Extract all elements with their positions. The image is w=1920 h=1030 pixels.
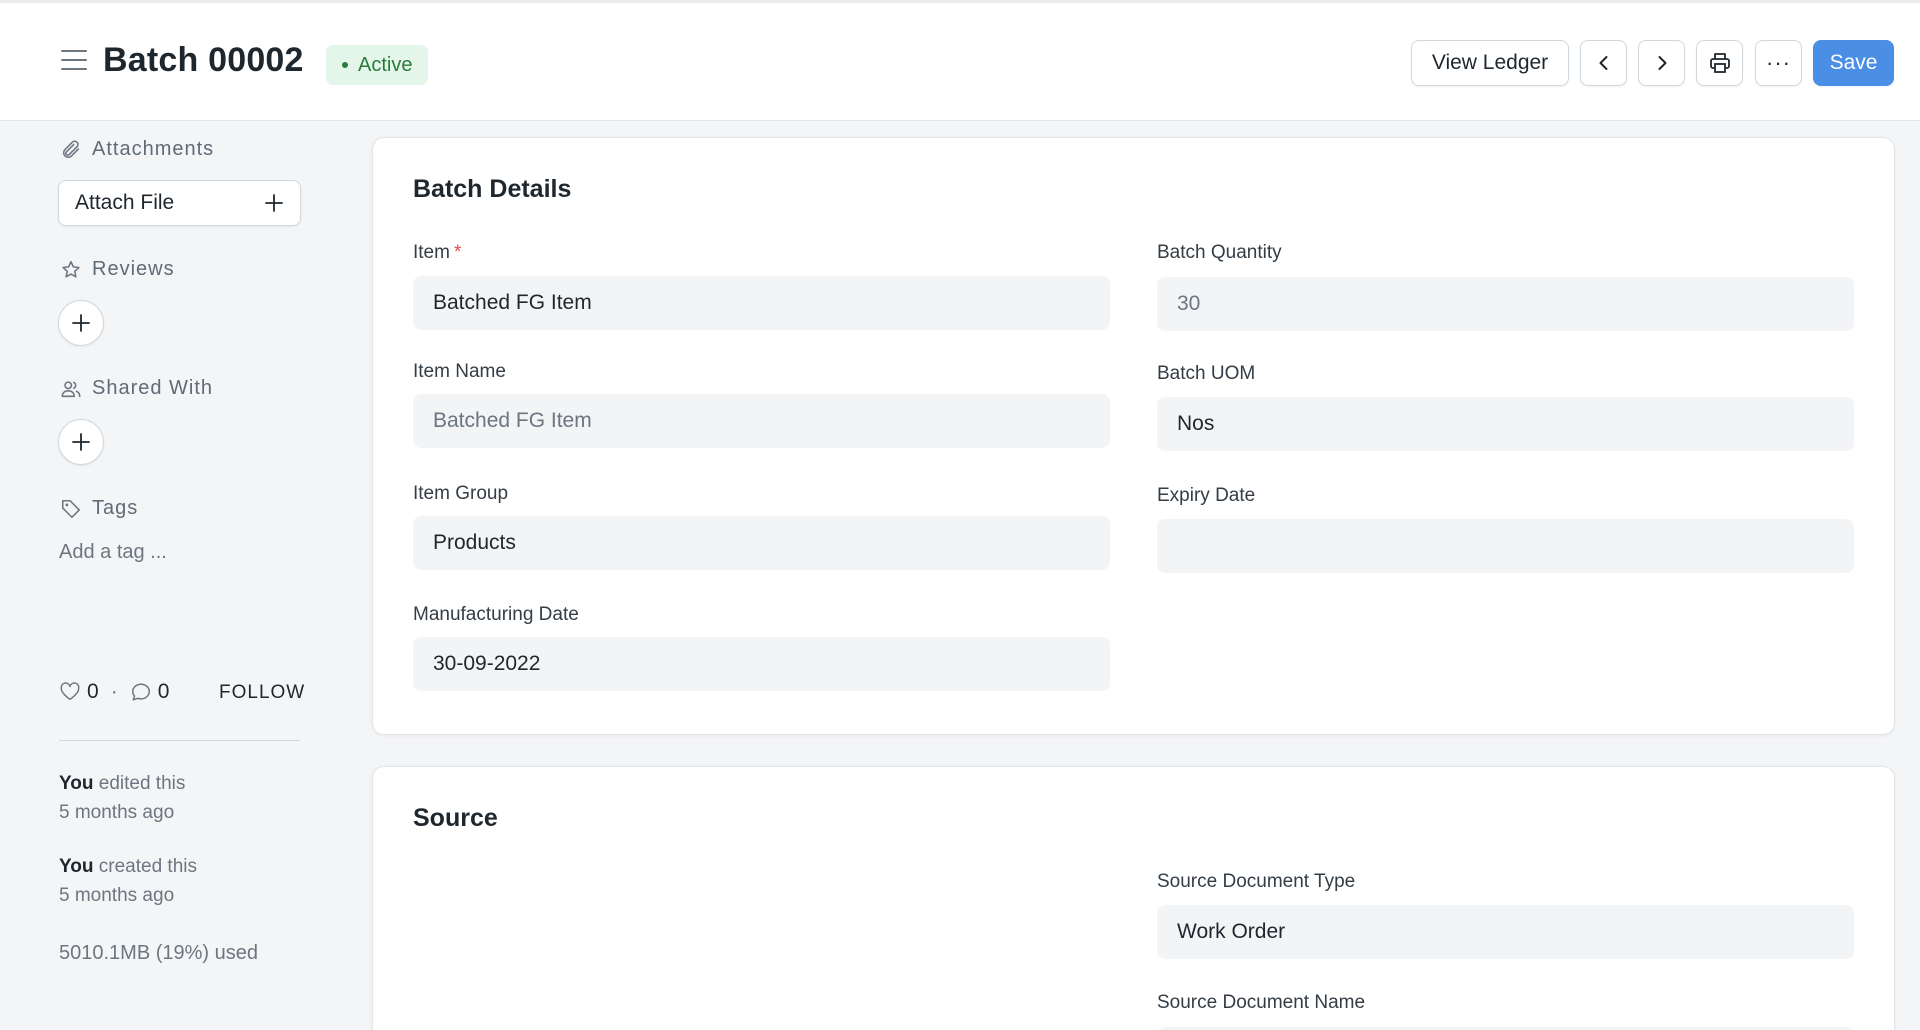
item-group-label: Item Group xyxy=(413,483,509,504)
more-actions-button[interactable]: ··· xyxy=(1755,40,1802,86)
batch-uom-label: Batch UOM xyxy=(1157,363,1256,384)
next-record-button[interactable] xyxy=(1638,40,1685,86)
batch-details-card: Batch Details Item * Batched FG Item Item… xyxy=(372,137,1895,735)
stats-separator: · xyxy=(110,680,118,703)
manufacturing-date-label: Manufacturing Date xyxy=(413,604,579,625)
activity-item: You edited this 5 months ago xyxy=(59,769,185,827)
activity-time: 5 months ago xyxy=(59,885,175,906)
item-field[interactable]: Batched FG Item xyxy=(413,276,1110,330)
menu-icon[interactable] xyxy=(61,50,87,70)
activity-actor: You xyxy=(59,773,94,794)
reviews-heading: Reviews xyxy=(60,258,175,281)
source-document-type-field[interactable]: Work Order xyxy=(1157,905,1854,959)
activity-time: 5 months ago xyxy=(59,802,175,823)
save-button[interactable]: Save xyxy=(1813,40,1894,86)
section-title-batch-details: Batch Details xyxy=(413,175,572,203)
follow-button[interactable]: FOLLOW xyxy=(219,682,305,704)
comment-count: 0 xyxy=(157,680,170,703)
shared-with-heading: Shared With xyxy=(60,377,213,400)
plus-icon xyxy=(265,194,283,212)
previous-record-button[interactable] xyxy=(1580,40,1627,86)
shared-with-label: Shared With xyxy=(92,377,214,399)
expiry-date-field[interactable] xyxy=(1157,519,1854,573)
item-label-text: Item xyxy=(413,242,450,263)
add-review-button[interactable] xyxy=(58,300,104,346)
view-ledger-button[interactable]: View Ledger xyxy=(1411,40,1569,86)
section-title-source: Source xyxy=(413,804,498,832)
sidebar-divider xyxy=(59,740,300,741)
attachments-label: Attachments xyxy=(92,138,215,160)
comments-button[interactable]: 0 xyxy=(130,680,170,704)
attachments-heading: Attachments xyxy=(60,138,214,161)
page-title: Batch 00002 xyxy=(103,41,304,79)
add-share-button[interactable] xyxy=(58,419,104,465)
item-name-label: Item Name xyxy=(413,361,506,382)
heart-icon xyxy=(60,682,80,701)
item-name-field: Batched FG Item xyxy=(413,394,1110,448)
storage-usage: 5010.1MB (19%) used xyxy=(59,942,259,964)
tags-label: Tags xyxy=(92,497,139,519)
manufacturing-date-field[interactable]: 30-09-2022 xyxy=(413,637,1110,691)
activity-action: created this xyxy=(93,856,197,877)
batch-quantity-field[interactable]: 30 xyxy=(1157,277,1854,331)
status-label: Active xyxy=(358,53,413,76)
tag-icon xyxy=(61,499,81,518)
engagement-stats: 0 · 0 xyxy=(59,680,169,704)
star-icon xyxy=(62,260,80,278)
like-count: 0 xyxy=(87,680,99,703)
status-badge: Active xyxy=(326,45,429,85)
expiry-date-label: Expiry Date xyxy=(1157,485,1256,506)
activity-action: edited this xyxy=(93,773,186,794)
sidebar: Attachments Attach File Reviews Shared W… xyxy=(0,122,360,1030)
batch-quantity-label: Batch Quantity xyxy=(1157,242,1282,263)
print-button[interactable] xyxy=(1696,40,1743,86)
source-document-name-label: Source Document Name xyxy=(1157,992,1366,1013)
required-indicator: * xyxy=(453,242,462,263)
item-group-field[interactable]: Products xyxy=(413,516,1110,570)
chevron-right-icon xyxy=(1658,56,1666,70)
attach-file-label: Attach File xyxy=(75,191,175,214)
printer-icon xyxy=(1709,53,1730,73)
source-card: Source Source Document Type Work Order S… xyxy=(372,766,1895,1030)
status-dot-icon xyxy=(342,62,348,68)
plus-icon xyxy=(72,433,90,451)
attach-file-button[interactable]: Attach File xyxy=(58,180,301,226)
like-button[interactable]: 0 xyxy=(59,680,99,704)
activity-item: You created this 5 months ago xyxy=(59,852,197,910)
reviews-label: Reviews xyxy=(92,258,175,280)
plus-icon xyxy=(72,314,90,332)
tags-heading: Tags xyxy=(60,497,138,520)
batch-uom-field[interactable]: Nos xyxy=(1157,397,1854,451)
source-document-type-label: Source Document Type xyxy=(1157,871,1356,892)
page-header: Batch 00002 Active View Ledger ··· Save xyxy=(0,3,1920,121)
users-icon xyxy=(61,380,81,397)
add-tag-link[interactable]: Add a tag ... xyxy=(59,541,167,564)
comment-icon xyxy=(131,683,150,701)
paperclip-icon xyxy=(62,140,80,158)
activity-actor: You xyxy=(59,856,94,877)
chevron-left-icon xyxy=(1599,56,1607,70)
item-label: Item * xyxy=(413,242,461,264)
